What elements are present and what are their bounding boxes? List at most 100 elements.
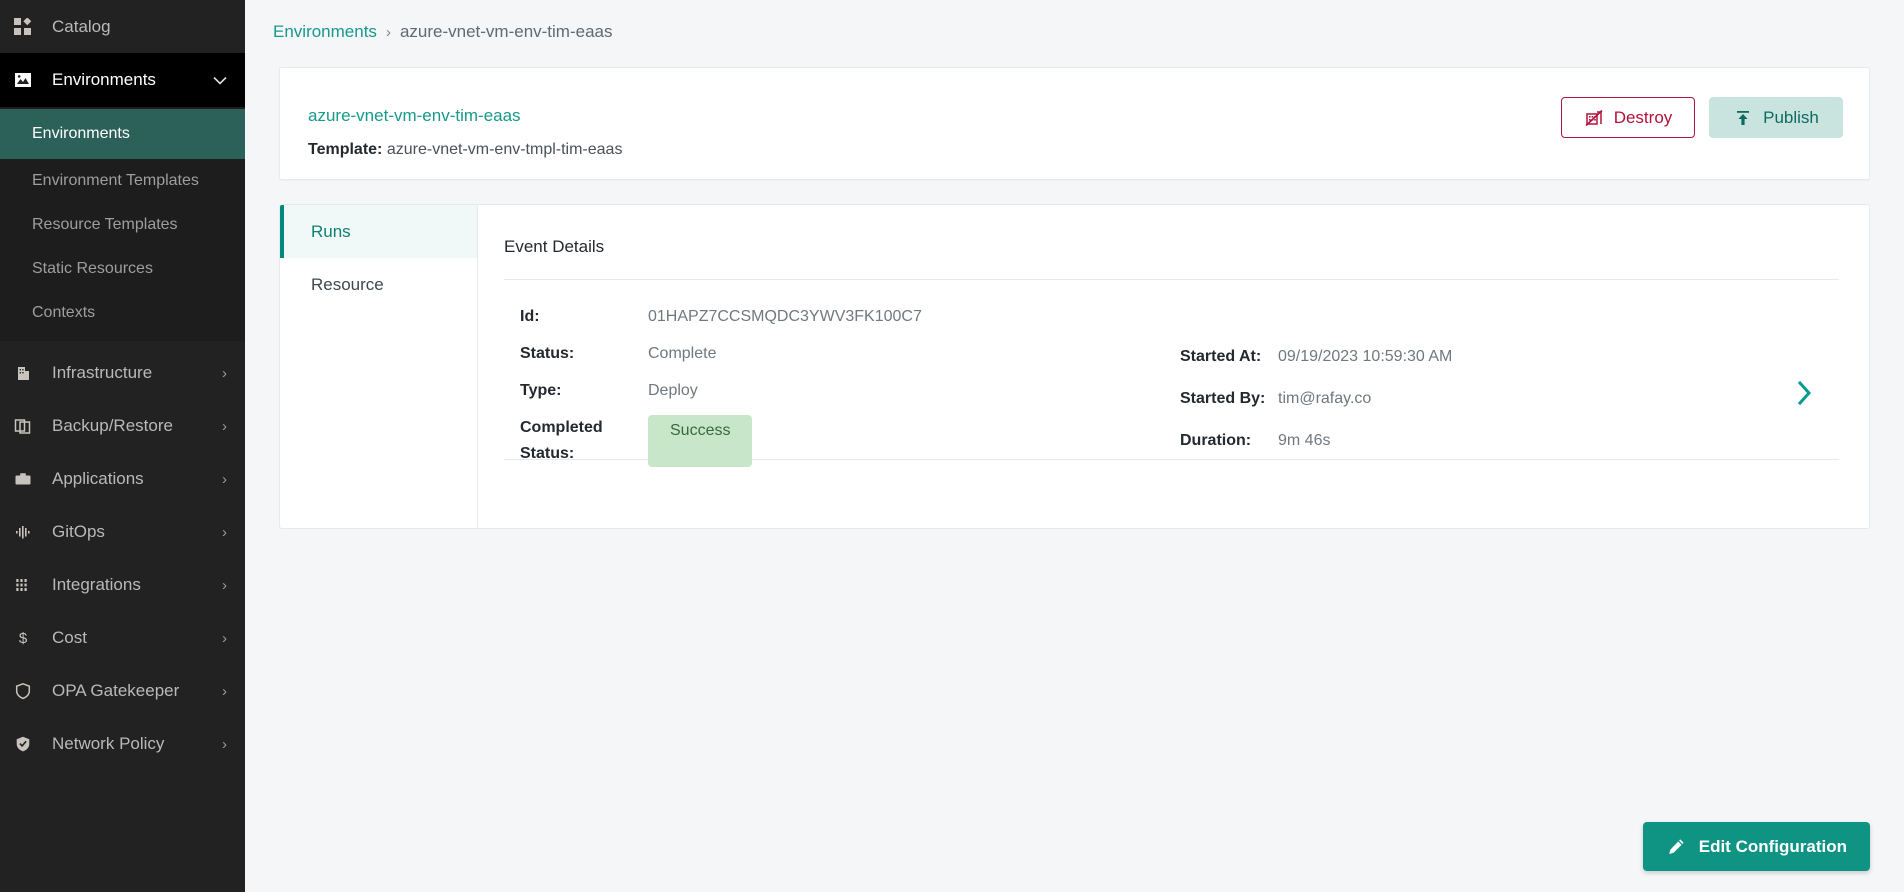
tab-resource[interactable]: Resource xyxy=(280,258,477,311)
sidebar-subitem-label: Static Resources xyxy=(32,259,153,277)
sidebar: Catalog Environments Environments Enviro… xyxy=(0,0,245,892)
sidebar-item-label: Network Policy xyxy=(52,734,165,754)
sidebar-item-label: Environments xyxy=(52,70,156,89)
briefcase-icon xyxy=(14,470,40,488)
environment-summary-card: azure-vnet-vm-env-tim-eaas Template: azu… xyxy=(279,67,1870,180)
sliders-icon xyxy=(14,576,40,594)
breadcrumb: Environments › azure-vnet-vm-env-tim-eaa… xyxy=(245,0,1904,42)
main-content: Environments › azure-vnet-vm-env-tim-eaa… xyxy=(245,0,1904,892)
sidebar-item-environment-templates[interactable]: Environment Templates xyxy=(0,159,245,203)
sidebar-item-integrations[interactable]: Integrations › xyxy=(0,559,245,612)
sidebar-item-gitops[interactable]: GitOps › xyxy=(0,506,245,559)
sidebar-item-cost[interactable]: $ Cost › xyxy=(0,612,245,665)
edit-configuration-label: Edit Configuration xyxy=(1698,836,1847,856)
sidebar-item-label: Applications xyxy=(52,469,144,489)
template-label: Template: xyxy=(308,141,383,158)
sidebar-item-label: Integrations xyxy=(52,575,141,595)
field-status: Status: Complete xyxy=(520,341,990,367)
sidebar-item-label: Backup/Restore xyxy=(52,416,173,436)
expand-run-chevron-icon[interactable] xyxy=(1795,378,1815,408)
sidebar-item-label: OPA Gatekeeper xyxy=(52,681,180,701)
sidebar-item-environments[interactable]: Environments xyxy=(0,53,245,107)
environment-name-link[interactable]: azure-vnet-vm-env-tim-eaas xyxy=(308,106,521,126)
event-details-body: Id: 01HAPZ7CCSMQDC3YWV3FK100C7 Status: C… xyxy=(504,280,1839,467)
field-label: Completed Status: xyxy=(520,418,603,462)
field-value: Complete xyxy=(648,344,717,362)
sidebar-subitem-label: Resource Templates xyxy=(32,215,178,233)
shield-icon xyxy=(14,682,40,700)
chevron-right-icon: › xyxy=(222,576,227,594)
dollar-icon: $ xyxy=(14,629,40,647)
sidebar-item-network-policy[interactable]: Network Policy › xyxy=(0,718,245,771)
field-value: 09/19/2023 10:59:30 AM xyxy=(1278,348,1453,365)
field-type: Type: Deploy xyxy=(520,378,990,404)
chevron-down-icon xyxy=(213,76,227,85)
destroy-button[interactable]: Destroy xyxy=(1561,97,1695,138)
sidebar-item-label: Catalog xyxy=(52,16,111,36)
breadcrumb-link-environments[interactable]: Environments xyxy=(273,22,377,42)
event-details-title: Event Details xyxy=(504,237,1839,280)
field-started-by: Started By: tim@rafay.co xyxy=(1180,386,1610,412)
field-label: Started By: xyxy=(1180,389,1266,407)
sidebar-item-backup-restore[interactable]: Backup/Restore › xyxy=(0,400,245,453)
status-badge: Success xyxy=(648,414,753,467)
chevron-right-icon: › xyxy=(222,417,227,435)
svg-text:$: $ xyxy=(19,630,28,647)
publish-button[interactable]: Publish xyxy=(1709,97,1843,138)
sidebar-item-static-resources[interactable]: Static Resources xyxy=(0,247,245,291)
field-label: Type: xyxy=(520,381,562,399)
sidebar-subitem-label: Environments xyxy=(32,125,130,142)
field-completed-status: Completed Status: Success xyxy=(520,414,990,467)
tab-label: Runs xyxy=(311,221,351,241)
sidebar-item-resource-templates[interactable]: Resource Templates xyxy=(0,203,245,247)
chevron-right-icon: › xyxy=(222,523,227,541)
chevron-right-icon: › xyxy=(222,629,227,647)
template-value: azure-vnet-vm-env-tmpl-tim-eaas xyxy=(386,141,623,158)
sidebar-item-contexts[interactable]: Contexts xyxy=(0,291,245,335)
tab-label: Resource xyxy=(311,274,384,294)
edit-configuration-button[interactable]: Edit Configuration xyxy=(1642,822,1870,871)
sidebar-item-applications[interactable]: Applications › xyxy=(0,453,245,506)
runs-panel: Runs Resource Event Details Id: 01HAPZ7C… xyxy=(279,204,1870,529)
environment-template-row: Template: azure-vnet-vm-env-tmpl-tim-eaa… xyxy=(308,141,622,159)
card-action-buttons: Destroy Publish xyxy=(1561,97,1843,138)
field-id: Id: 01HAPZ7CCSMQDC3YWV3FK100C7 xyxy=(520,304,990,330)
chevron-right-icon: › xyxy=(222,364,227,382)
field-duration: Duration: 9m 46s xyxy=(1180,428,1610,454)
sidebar-subitem-label: Contexts xyxy=(32,303,96,321)
sidebar-item-label: GitOps xyxy=(52,522,105,542)
sidebar-item-infrastructure[interactable]: Infrastructure › xyxy=(0,347,245,400)
environments-image-icon xyxy=(14,71,40,89)
chevron-right-icon: › xyxy=(222,682,227,700)
event-details-column: Event Details Id: 01HAPZ7CCSMQDC3YWV3FK1… xyxy=(478,205,1869,528)
field-label: Id: xyxy=(520,308,540,325)
event-details-left-fields: Id: 01HAPZ7CCSMQDC3YWV3FK100C7 Status: C… xyxy=(520,304,990,478)
pencil-icon xyxy=(1666,837,1686,857)
field-value: 01HAPZ7CCSMQDC3YWV3FK100C7 xyxy=(648,308,922,325)
publish-upload-icon xyxy=(1733,108,1753,128)
breadcrumb-separator: › xyxy=(385,23,391,41)
sidebar-submenu-environments: Environments Environment Templates Resou… xyxy=(0,107,245,341)
copy-icon xyxy=(14,417,40,435)
shield-check-icon xyxy=(14,735,40,753)
publish-button-label: Publish xyxy=(1763,107,1819,127)
chevron-right-icon: › xyxy=(222,735,227,753)
field-started-at: Started At: 09/19/2023 10:59:30 AM xyxy=(1180,344,1610,370)
destroy-button-label: Destroy xyxy=(1613,107,1673,127)
field-value: 9m 46s xyxy=(1278,431,1331,449)
destroy-icon xyxy=(1584,108,1604,128)
field-value: Deploy xyxy=(648,381,698,399)
tab-runs[interactable]: Runs xyxy=(280,205,477,258)
sidebar-item-label: Cost xyxy=(52,628,87,648)
sidebar-subitem-label: Environment Templates xyxy=(32,171,199,189)
sidebar-item-catalog[interactable]: Catalog xyxy=(0,0,245,53)
field-label: Status: xyxy=(520,344,575,362)
breadcrumb-current: azure-vnet-vm-env-tim-eaas xyxy=(399,22,613,41)
event-details-right-fields: Started At: 09/19/2023 10:59:30 AM Start… xyxy=(1180,344,1610,470)
catalog-grid-icon xyxy=(14,17,40,36)
sidebar-item-environments-child[interactable]: Environments xyxy=(0,109,245,159)
sidebar-item-label: Infrastructure xyxy=(52,363,153,383)
app-root: Catalog Environments Environments Enviro… xyxy=(0,0,1904,892)
sidebar-item-opa-gatekeeper[interactable]: OPA Gatekeeper › xyxy=(0,665,245,718)
field-label: Started At: xyxy=(1180,348,1262,365)
